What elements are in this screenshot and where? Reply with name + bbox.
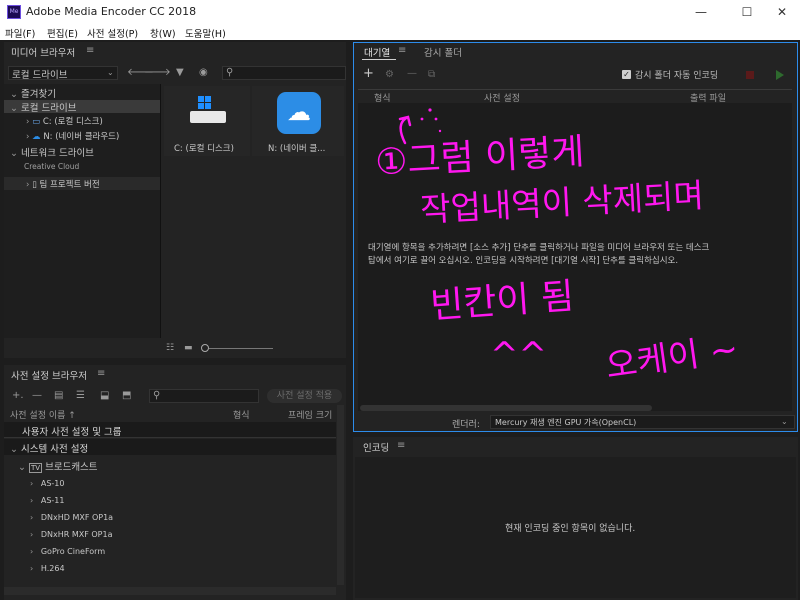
vertical-scrollbar[interactable] (337, 405, 344, 585)
preset-item[interactable]: › H.264 (30, 564, 65, 573)
close-button[interactable]: ✕ (764, 0, 800, 24)
menu-file[interactable]: 파일(F) (5, 26, 35, 40)
media-browser-title: 미디어 브라우저 (11, 48, 76, 59)
encoding-panel: 인코딩 ≡ 현재 인코딩 중인 항목이 없습니다. (353, 437, 798, 600)
remove-preset-icon[interactable]: — (32, 390, 42, 402)
add-source-icon[interactable]: + (363, 67, 374, 80)
thumbnail-label: C: (로컬 디스크) (174, 144, 234, 154)
divider (358, 89, 792, 90)
tree-network-drives[interactable]: ⌄ 네트워크 드라이브 (10, 145, 94, 159)
thumbnail-c-drive[interactable]: C: (로컬 디스크) (164, 86, 250, 156)
panel-menu-icon[interactable]: ≡ (398, 45, 406, 57)
title-bar: Me Adobe Media Encoder CC 2018 — ☐ ✕ (0, 0, 800, 24)
column-header-format[interactable]: 형식 (233, 408, 250, 421)
queue-panel: 대기열 ≡ 감시 폴더 + ⚙ — ⧉ ✓ 감시 폴더 자동 인코딩 형식 사전… (353, 42, 798, 432)
zoom-slider-track[interactable] (209, 348, 273, 349)
renderer-dropdown[interactable]: Mercury 재생 엔진 GPU 가속(OpenCL) ⌄ (490, 415, 795, 429)
remove-icon[interactable]: — (407, 68, 417, 80)
export-icon[interactable]: ⬒ (122, 390, 131, 402)
minimize-button[interactable]: — (678, 0, 724, 24)
tree-c-drive[interactable]: › ▭ C: (로컬 디스크) (26, 115, 103, 127)
menu-bar: 파일(F) 편집(E) 사전 설정(P) 창(W) 도움말(H) (0, 24, 800, 40)
tab-queue[interactable]: 대기열 (364, 45, 390, 59)
search-icon: ⚲ (153, 390, 161, 401)
column-header-name[interactable]: 사전 설정 이름 ↑ (10, 408, 76, 421)
list-view-icon[interactable]: ☷ (166, 342, 174, 354)
forward-arrow-icon[interactable]: 🡒 (144, 67, 171, 79)
panel-menu-icon[interactable]: ≡ (397, 440, 405, 452)
annotation-smile: ^^ (490, 335, 547, 375)
tab-watch-folders[interactable]: 감시 폴더 (424, 45, 462, 59)
preset-item[interactable]: › DNxHR MXF OP1a (30, 530, 112, 539)
add-preset-icon[interactable]: +. (12, 390, 24, 402)
group-icon[interactable]: ▤ (54, 390, 63, 402)
horizontal-scrollbar[interactable] (4, 587, 336, 595)
tree-team-projects[interactable]: › ▯ 팀 프로젝트 버전 (26, 178, 100, 190)
window-title: Adobe Media Encoder CC 2018 (26, 5, 197, 18)
media-search-input[interactable]: ⚲ (222, 66, 346, 80)
settings-icon[interactable]: ⚙ (385, 69, 394, 81)
divider (160, 84, 161, 338)
filter-icon[interactable]: ▼ (176, 67, 184, 79)
location-dropdown[interactable]: 로컬 드라이브 ⌄ (8, 66, 118, 81)
auto-encode-checkbox[interactable]: ✓ (622, 70, 631, 79)
preset-item[interactable]: › AS-11 (30, 496, 64, 505)
search-icon: ⚲ (226, 67, 234, 78)
start-queue-button[interactable] (776, 70, 784, 80)
tree-favorites[interactable]: ⌄ 즐겨찾기 (10, 86, 56, 100)
preset-item[interactable]: › GoPro CineForm (30, 547, 105, 556)
tree-n-drive[interactable]: › ☁ N: (네이버 클라우드) (26, 130, 119, 142)
duplicate-icon[interactable]: ⧉ (428, 69, 435, 81)
location-tree: ⌄ 즐겨찾기 ⌄ 로컬 드라이브 › ▭ C: (로컬 디스크) › ☁ N: … (4, 84, 160, 338)
preset-search-input[interactable]: ⚲ (149, 389, 259, 403)
menu-window[interactable]: 창(W) (150, 26, 176, 40)
user-presets-group[interactable]: 사용자 사전 설정 및 그룹 (4, 422, 336, 438)
panel-menu-icon[interactable]: ≡ (97, 368, 105, 380)
windows-drive-icon (190, 96, 226, 126)
encoding-area: 현재 인코딩 중인 항목이 없습니다. (355, 457, 796, 598)
app-icon: Me (7, 5, 21, 19)
thumbnail-view-icon[interactable]: ▬ (184, 342, 193, 354)
queue-empty-message: 탑에서 여기로 끌어 오십시오. 인코딩을 시작하려면 [대기열 시작] 단추를… (368, 256, 679, 266)
menu-edit[interactable]: 편집(E) (47, 26, 78, 40)
queue-empty-message: 대기열에 항목을 추가하려면 [소스 추가] 단추를 클릭하거나 파일을 미디어… (368, 243, 710, 253)
location-value: 로컬 드라이브 (12, 70, 68, 81)
active-tab-underline (362, 59, 396, 60)
stop-queue-button[interactable] (746, 71, 754, 79)
encoding-title: 인코딩 (363, 443, 390, 454)
broadcast-category[interactable]: ⌄ TV 브로드캐스트 (18, 459, 98, 473)
thumbnail-n-drive[interactable]: ☁ N: (네이버 클... (252, 86, 344, 156)
preset-item[interactable]: › DNxHD MXF OP1a (30, 513, 113, 522)
naver-cloud-icon: ☁ (277, 92, 321, 134)
horizontal-scrollbar[interactable] (360, 405, 652, 411)
panel-menu-icon[interactable]: ≡ (86, 45, 94, 57)
import-icon[interactable]: ⬓ (100, 390, 109, 402)
chevron-down-icon: ⌄ (107, 68, 114, 77)
view-icon[interactable]: ◉ (199, 67, 208, 79)
menu-help[interactable]: 도움말(H) (185, 26, 226, 40)
system-presets-group[interactable]: ⌄ 시스템 사전 설정 (4, 439, 336, 455)
apply-preset-button[interactable]: 사전 설정 적용 (267, 389, 342, 403)
tree-creative-cloud: Creative Cloud (24, 162, 80, 171)
preset-item[interactable]: › AS-10 (30, 479, 64, 488)
settings-icon[interactable]: ☰ (76, 390, 85, 402)
media-browser-panel: 미디어 브라우저 ≡ 로컬 드라이브 ⌄ 🡐 🡒 ▼ ◉ ⚲ ⌄ 즐겨찾기 ⌄ … (4, 42, 346, 358)
tree-local-drives[interactable]: ⌄ 로컬 드라이브 (10, 100, 76, 114)
preset-browser-title: 사전 설정 브라우저 (11, 371, 87, 382)
preset-browser-panel: 사전 설정 브라우저 ≡ +. — ▤ ☰ ⬓ ⬒ ⚲ 사전 설정 적용 사전 … (4, 365, 346, 600)
column-header-frame-size[interactable]: 프레임 크기 (288, 408, 332, 421)
auto-encode-label: 감시 폴더 자동 인코딩 (635, 71, 719, 81)
encoding-empty-message: 현재 인코딩 중인 항목이 없습니다. (505, 524, 636, 534)
zoom-slider-handle[interactable] (201, 344, 209, 352)
menu-presets[interactable]: 사전 설정(P) (87, 26, 138, 40)
annotation-line3: 빈칸이 됨 (428, 276, 576, 327)
chevron-down-icon: ⌄ (781, 417, 788, 426)
renderer-label: 렌더러: (452, 420, 480, 430)
thumbnail-label: N: (네이버 클... (268, 144, 326, 154)
